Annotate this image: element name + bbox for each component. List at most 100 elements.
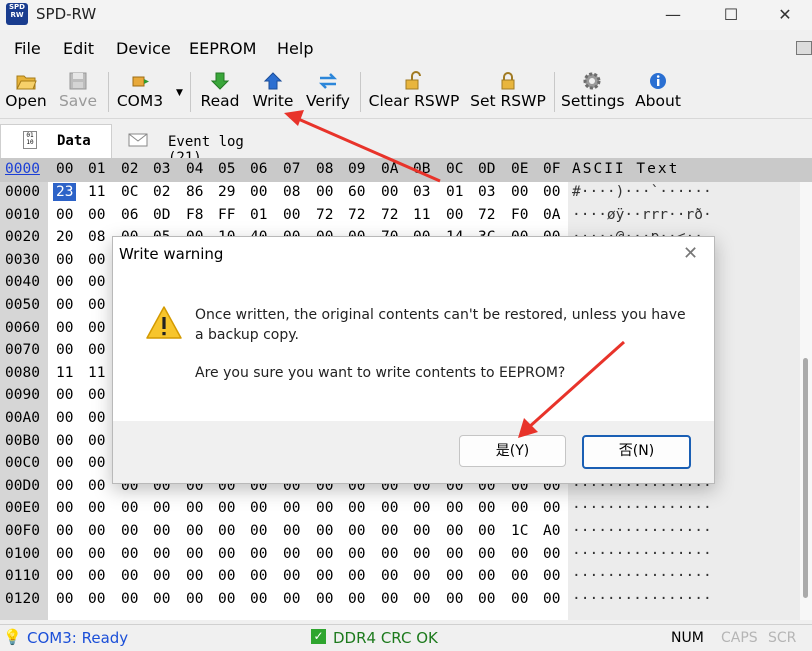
hex-byte-cell[interactable]: 00	[215, 522, 238, 540]
hex-byte-cell[interactable]: 00	[443, 567, 466, 585]
hex-byte-cell[interactable]: 00	[85, 386, 108, 404]
hex-byte-cell[interactable]: 00	[475, 545, 498, 563]
hex-byte-cell[interactable]: 00	[183, 590, 206, 608]
hex-byte-cell[interactable]: 11	[85, 183, 108, 201]
hex-byte-cell[interactable]: 00	[85, 545, 108, 563]
hex-byte-cell[interactable]: 00	[85, 567, 108, 585]
hex-byte-cell[interactable]: 00	[540, 545, 563, 563]
hex-byte-cell[interactable]: 00	[150, 522, 173, 540]
clear-rswp-button[interactable]: Clear RSWP	[366, 64, 462, 118]
hex-byte-cell[interactable]: 00	[150, 499, 173, 517]
hex-byte-cell[interactable]: 00	[443, 590, 466, 608]
hex-byte-cell[interactable]: 00	[443, 206, 466, 224]
hex-byte-cell[interactable]: 00	[280, 590, 303, 608]
hex-byte-cell[interactable]: 23	[53, 183, 77, 201]
ascii-cell[interactable]: ····øÿ··rrr··rð·	[572, 207, 712, 223]
dialog-close-icon[interactable]: ✕	[683, 243, 698, 264]
hex-byte-cell[interactable]: 00	[85, 251, 108, 269]
hex-byte-cell[interactable]: 1C	[508, 522, 531, 540]
hex-byte-cell[interactable]: 00	[118, 522, 141, 540]
hex-byte-cell[interactable]: 01	[443, 183, 466, 201]
ascii-cell[interactable]: ················	[572, 546, 712, 562]
hex-byte-cell[interactable]: 00	[508, 545, 531, 563]
hex-byte-cell[interactable]: 00	[53, 296, 76, 314]
hex-byte-cell[interactable]: 00	[345, 499, 368, 517]
hex-byte-cell[interactable]: 00	[443, 499, 466, 517]
hex-byte-cell[interactable]: 00	[53, 432, 76, 450]
hex-byte-cell[interactable]: 00	[475, 590, 498, 608]
hex-byte-cell[interactable]: 00	[508, 590, 531, 608]
read-button[interactable]: Read	[197, 64, 243, 118]
hex-byte-cell[interactable]: 00	[53, 522, 76, 540]
hex-byte-cell[interactable]: 00	[410, 567, 433, 585]
hex-byte-cell[interactable]: 08	[85, 228, 108, 246]
hex-byte-cell[interactable]: 00	[345, 590, 368, 608]
about-button[interactable]: About	[633, 64, 683, 118]
hex-byte-cell[interactable]: 00	[183, 545, 206, 563]
hex-byte-cell[interactable]: 00	[345, 567, 368, 585]
hex-byte-cell[interactable]: 11	[53, 364, 76, 382]
hex-byte-cell[interactable]: 00	[410, 499, 433, 517]
maximize-button[interactable]: ☐	[702, 0, 760, 30]
chevron-down-icon[interactable]: ▼	[176, 88, 183, 98]
hex-byte-cell[interactable]: 00	[85, 454, 108, 472]
hex-byte-cell[interactable]: 00	[378, 499, 401, 517]
hex-byte-cell[interactable]: 00	[215, 590, 238, 608]
hex-byte-cell[interactable]: 00	[280, 545, 303, 563]
hex-byte-cell[interactable]: 00	[378, 590, 401, 608]
hex-byte-cell[interactable]: 00	[247, 499, 270, 517]
menu-device[interactable]: Device	[116, 39, 171, 58]
open-button[interactable]: Open	[2, 64, 50, 118]
hex-byte-cell[interactable]: 00	[53, 341, 76, 359]
hex-byte-cell[interactable]: 00	[313, 545, 336, 563]
hex-byte-cell[interactable]: 00	[118, 545, 141, 563]
hex-byte-cell[interactable]: 00	[53, 499, 76, 517]
hex-byte-cell[interactable]: 00	[150, 545, 173, 563]
hex-byte-cell[interactable]: 00	[280, 499, 303, 517]
hex-byte-cell[interactable]: 00	[53, 273, 76, 291]
hex-byte-cell[interactable]: 00	[313, 567, 336, 585]
hex-byte-cell[interactable]: 72	[475, 206, 498, 224]
hex-byte-cell[interactable]: 00	[85, 206, 108, 224]
hex-byte-cell[interactable]: 00	[53, 319, 76, 337]
hex-byte-cell[interactable]: 00	[280, 522, 303, 540]
hex-byte-cell[interactable]: 00	[118, 567, 141, 585]
no-button[interactable]: 否(N)	[582, 435, 691, 469]
hex-byte-cell[interactable]: 00	[215, 499, 238, 517]
hex-byte-cell[interactable]: 00	[378, 545, 401, 563]
hex-byte-cell[interactable]: 00	[53, 567, 76, 585]
hex-byte-cell[interactable]: 00	[345, 522, 368, 540]
hex-byte-cell[interactable]: 29	[215, 183, 238, 201]
hex-byte-cell[interactable]: 72	[345, 206, 368, 224]
hex-byte-cell[interactable]: 00	[313, 183, 336, 201]
hex-byte-cell[interactable]: 0C	[118, 183, 141, 201]
hex-byte-cell[interactable]: 02	[150, 183, 173, 201]
hex-byte-cell[interactable]: 00	[53, 477, 76, 495]
hex-byte-cell[interactable]: 00	[85, 409, 108, 427]
hex-byte-cell[interactable]: 00	[410, 545, 433, 563]
hex-byte-cell[interactable]: 00	[313, 590, 336, 608]
save-button[interactable]: Save	[54, 64, 102, 118]
hex-byte-cell[interactable]: 00	[508, 499, 531, 517]
hex-byte-cell[interactable]: F8	[183, 206, 206, 224]
hex-byte-cell[interactable]: 00	[508, 567, 531, 585]
hex-byte-cell[interactable]: 60	[345, 183, 368, 201]
hex-byte-cell[interactable]: 00	[410, 522, 433, 540]
hex-byte-cell[interactable]: 00	[85, 273, 108, 291]
hex-byte-cell[interactable]: 20	[53, 228, 76, 246]
hex-byte-cell[interactable]: 06	[118, 206, 141, 224]
hex-byte-cell[interactable]: 00	[53, 545, 76, 563]
hex-byte-cell[interactable]: 0D	[150, 206, 173, 224]
ascii-cell[interactable]: ················	[572, 500, 712, 516]
scrollbar-thumb[interactable]	[803, 358, 808, 598]
hex-byte-cell[interactable]: 00	[540, 183, 563, 201]
hex-byte-cell[interactable]: 00	[410, 590, 433, 608]
tab-event-log[interactable]: Event log (21)	[110, 124, 285, 166]
hex-byte-cell[interactable]: 00	[85, 590, 108, 608]
hex-byte-cell[interactable]: 11	[85, 364, 108, 382]
hex-byte-cell[interactable]: 72	[378, 206, 401, 224]
hex-byte-cell[interactable]: 00	[247, 590, 270, 608]
hex-byte-cell[interactable]: 00	[183, 567, 206, 585]
hex-byte-cell[interactable]: 00	[118, 499, 141, 517]
hex-byte-cell[interactable]: 00	[247, 522, 270, 540]
